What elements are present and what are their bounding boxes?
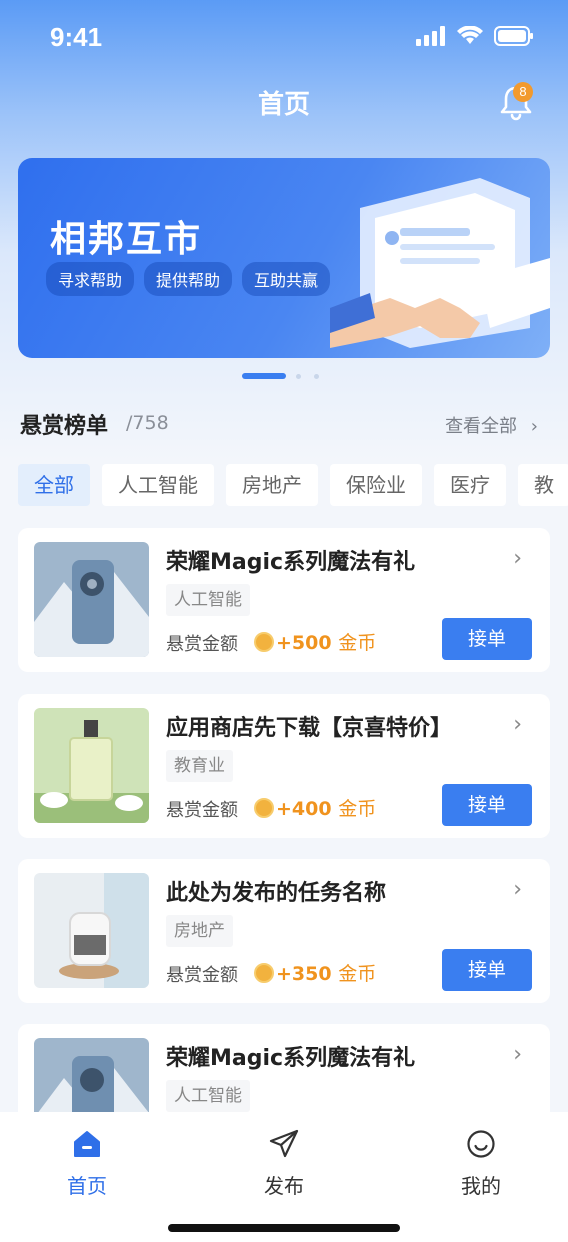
task-title: 荣耀Magic系列魔法有礼 xyxy=(166,1046,416,1071)
task-category-tag: 房地产 xyxy=(166,915,233,947)
category-tab[interactable]: 房地产 xyxy=(226,464,318,506)
task-image xyxy=(34,873,149,988)
task-category-tag: 教育业 xyxy=(166,750,233,782)
smile-face-icon xyxy=(467,1130,495,1158)
bottom-tab-bar: 首页 发布 我的 xyxy=(0,1112,568,1242)
task-image xyxy=(34,542,149,657)
task-category-tag: 人工智能 xyxy=(166,1080,250,1112)
home-indicator xyxy=(168,1224,400,1232)
tab-home[interactable]: 首页 xyxy=(27,1128,147,1199)
carousel-dot-active xyxy=(242,373,286,379)
status-icons xyxy=(416,26,534,46)
task-card[interactable]: 应用商店先下载【京喜特价】 › 教育业 悬赏金额 +400 金币 接单 xyxy=(18,694,550,838)
carousel-indicator xyxy=(0,373,568,381)
category-tab-all[interactable]: 全部 xyxy=(18,464,90,506)
reward-amount: +500 金币 xyxy=(276,632,377,654)
task-category-tag: 人工智能 xyxy=(166,584,250,616)
signal-icon xyxy=(416,26,445,46)
reward-label: 悬赏金额 xyxy=(166,965,238,986)
chevron-right-icon: › xyxy=(513,877,522,902)
coin-icon xyxy=(254,963,274,983)
reward-amount: +400 金币 xyxy=(276,798,377,820)
category-tab[interactable]: 保险业 xyxy=(330,464,422,506)
wifi-icon xyxy=(457,26,483,44)
chevron-right-icon: › xyxy=(513,1042,522,1067)
chevron-right-icon: › xyxy=(513,546,522,571)
battery-icon xyxy=(494,26,533,46)
accept-order-button[interactable]: 接单 xyxy=(442,784,532,826)
coin-icon xyxy=(254,632,274,652)
category-tab[interactable]: 医疗 xyxy=(434,464,506,506)
accept-order-button[interactable]: 接单 xyxy=(442,949,532,991)
notification-badge: 8 xyxy=(513,82,533,102)
section-title: 悬赏榜单 xyxy=(20,414,109,439)
view-all-link[interactable]: 查看全部 › xyxy=(445,412,538,438)
carousel-dot xyxy=(314,374,319,379)
reward-amount: +350 金币 xyxy=(276,963,377,985)
tab-label: 我的 xyxy=(461,1174,501,1198)
status-bar: 9:41 xyxy=(0,0,568,80)
chevron-right-icon: › xyxy=(513,712,522,737)
home-icon xyxy=(74,1131,100,1157)
task-title: 荣耀Magic系列魔法有礼 xyxy=(166,550,416,575)
section-count: /758 xyxy=(126,412,169,434)
task-card[interactable]: 荣耀Magic系列魔法有礼 › 人工智能 悬赏金额 +500 金币 接单 xyxy=(18,528,550,672)
coin-icon xyxy=(254,798,274,818)
banner-title: 相邦互市 xyxy=(50,219,203,260)
carousel-dot xyxy=(296,374,301,379)
tab-mine[interactable]: 我的 xyxy=(421,1128,541,1199)
reward-label: 悬赏金额 xyxy=(166,634,238,655)
tab-label: 首页 xyxy=(67,1174,107,1198)
paper-plane-icon xyxy=(269,1129,299,1158)
task-image xyxy=(34,708,149,823)
category-tab[interactable]: 教 xyxy=(518,464,568,506)
reward-label: 悬赏金额 xyxy=(166,800,238,821)
banner-carousel[interactable]: 相邦互市 寻求帮助 提供帮助 互助共赢 xyxy=(18,158,550,358)
tab-label: 发布 xyxy=(264,1174,304,1198)
task-title: 此处为发布的任务名称 xyxy=(166,881,387,906)
category-tabs: 全部 人工智能 房地产 保险业 医疗 教 xyxy=(18,464,568,506)
category-tab[interactable]: 人工智能 xyxy=(102,464,214,506)
task-card[interactable]: 此处为发布的任务名称 › 房地产 悬赏金额 +350 金币 接单 xyxy=(18,859,550,1003)
banner-tag: 寻求帮助 xyxy=(46,262,135,296)
banner-tag: 提供帮助 xyxy=(144,262,233,296)
status-time: 9:41 xyxy=(50,22,103,52)
accept-order-button[interactable]: 接单 xyxy=(442,618,532,660)
view-all-label: 查看全部 xyxy=(445,416,518,437)
handshake-illustration xyxy=(330,178,550,348)
banner-tag: 互助共赢 xyxy=(242,262,331,296)
banner-tags: 寻求帮助 提供帮助 互助共赢 xyxy=(46,262,331,296)
page-title: 首页 xyxy=(257,90,310,120)
chevron-right-icon: › xyxy=(530,416,538,437)
task-title: 应用商店先下载【京喜特价】 xyxy=(166,716,453,741)
tab-publish[interactable]: 发布 xyxy=(224,1128,344,1199)
